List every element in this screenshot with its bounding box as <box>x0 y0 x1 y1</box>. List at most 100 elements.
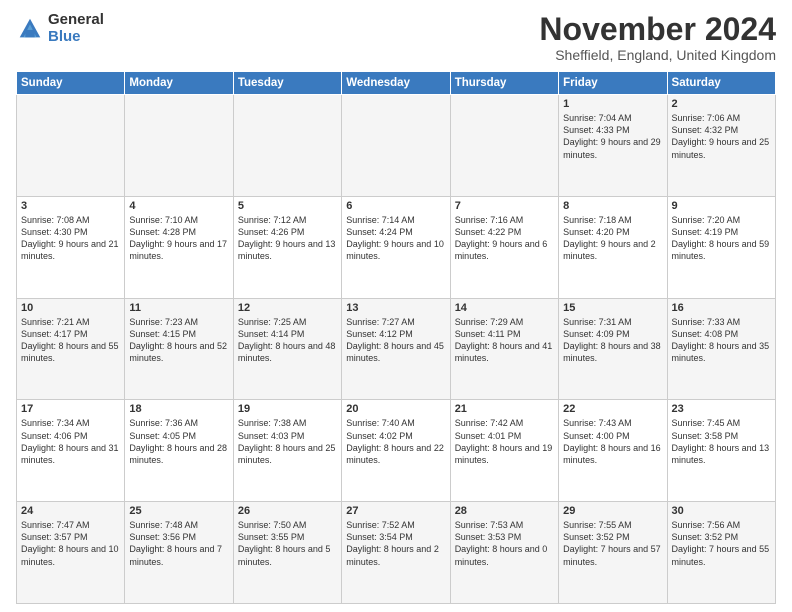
calendar-cell: 17 Sunrise: 7:34 AM Sunset: 4:06 PM Dayli… <box>17 400 125 502</box>
day-info: Sunrise: 7:25 AM Sunset: 4:14 PM Dayligh… <box>238 316 337 365</box>
day-info: Sunrise: 7:16 AM Sunset: 4:22 PM Dayligh… <box>455 214 554 263</box>
day-number: 22 <box>563 403 662 415</box>
calendar-cell: 4 Sunrise: 7:10 AM Sunset: 4:28 PM Daylig… <box>125 196 233 298</box>
calendar-cell: 28 Sunrise: 7:53 AM Sunset: 3:53 PM Dayli… <box>450 502 558 604</box>
weekday-header-tuesday: Tuesday <box>233 72 341 95</box>
day-number: 3 <box>21 200 120 212</box>
calendar-cell <box>17 95 125 197</box>
day-info: Sunrise: 7:08 AM Sunset: 4:30 PM Dayligh… <box>21 214 120 263</box>
day-info: Sunrise: 7:18 AM Sunset: 4:20 PM Dayligh… <box>563 214 662 263</box>
logo-text: General Blue <box>48 12 104 45</box>
calendar-cell: 11 Sunrise: 7:23 AM Sunset: 4:15 PM Dayli… <box>125 298 233 400</box>
day-info: Sunrise: 7:38 AM Sunset: 4:03 PM Dayligh… <box>238 417 337 466</box>
logo-icon <box>16 15 44 43</box>
day-info: Sunrise: 7:23 AM Sunset: 4:15 PM Dayligh… <box>129 316 228 365</box>
day-info: Sunrise: 7:56 AM Sunset: 3:52 PM Dayligh… <box>672 519 771 568</box>
calendar-cell: 20 Sunrise: 7:40 AM Sunset: 4:02 PM Dayli… <box>342 400 450 502</box>
calendar-body: 1 Sunrise: 7:04 AM Sunset: 4:33 PM Daylig… <box>17 95 776 604</box>
day-info: Sunrise: 7:53 AM Sunset: 3:53 PM Dayligh… <box>455 519 554 568</box>
day-info: Sunrise: 7:12 AM Sunset: 4:26 PM Dayligh… <box>238 214 337 263</box>
calendar-cell: 10Sunrise: 7:21 AM Sunset: 4:17 PM Dayli… <box>17 298 125 400</box>
calendar-cell: 5 Sunrise: 7:12 AM Sunset: 4:26 PM Daylig… <box>233 196 341 298</box>
day-number: 27 <box>346 505 445 517</box>
calendar-cell: 14 Sunrise: 7:29 AM Sunset: 4:11 PM Dayli… <box>450 298 558 400</box>
day-number: 2 <box>672 98 771 110</box>
day-info: Sunrise: 7:31 AM Sunset: 4:09 PM Dayligh… <box>563 316 662 365</box>
calendar-cell: 22 Sunrise: 7:43 AM Sunset: 4:00 PM Dayli… <box>559 400 667 502</box>
calendar-cell: 8 Sunrise: 7:18 AM Sunset: 4:20 PM Daylig… <box>559 196 667 298</box>
day-info: Sunrise: 7:42 AM Sunset: 4:01 PM Dayligh… <box>455 417 554 466</box>
calendar-week-4: 17 Sunrise: 7:34 AM Sunset: 4:06 PM Dayli… <box>17 400 776 502</box>
day-number: 30 <box>672 505 771 517</box>
day-number: 15 <box>563 302 662 314</box>
calendar-cell <box>342 95 450 197</box>
weekday-header-wednesday: Wednesday <box>342 72 450 95</box>
calendar-cell: 23Sunrise: 7:45 AM Sunset: 3:58 PM Dayli… <box>667 400 775 502</box>
day-number: 16 <box>672 302 771 314</box>
calendar-cell: 3 Sunrise: 7:08 AM Sunset: 4:30 PM Daylig… <box>17 196 125 298</box>
day-number: 7 <box>455 200 554 212</box>
day-info: Sunrise: 7:43 AM Sunset: 4:00 PM Dayligh… <box>563 417 662 466</box>
day-number: 14 <box>455 302 554 314</box>
calendar-cell: 19Sunrise: 7:38 AM Sunset: 4:03 PM Dayli… <box>233 400 341 502</box>
day-info: Sunrise: 7:34 AM Sunset: 4:06 PM Dayligh… <box>21 417 120 466</box>
calendar-week-3: 10Sunrise: 7:21 AM Sunset: 4:17 PM Dayli… <box>17 298 776 400</box>
day-info: Sunrise: 7:14 AM Sunset: 4:24 PM Dayligh… <box>346 214 445 263</box>
day-info: Sunrise: 7:45 AM Sunset: 3:58 PM Dayligh… <box>672 417 771 466</box>
day-info: Sunrise: 7:04 AM Sunset: 4:33 PM Dayligh… <box>563 112 662 161</box>
day-number: 12 <box>238 302 337 314</box>
header: General Blue November 2024 Sheffield, En… <box>16 12 776 63</box>
calendar-cell: 24 Sunrise: 7:47 AM Sunset: 3:57 PM Dayli… <box>17 502 125 604</box>
logo-blue-label: Blue <box>48 29 104 46</box>
day-number: 10 <box>21 302 120 314</box>
day-info: Sunrise: 7:50 AM Sunset: 3:55 PM Dayligh… <box>238 519 337 568</box>
day-number: 8 <box>563 200 662 212</box>
day-info: Sunrise: 7:29 AM Sunset: 4:11 PM Dayligh… <box>455 316 554 365</box>
calendar-week-1: 1 Sunrise: 7:04 AM Sunset: 4:33 PM Daylig… <box>17 95 776 197</box>
day-number: 18 <box>129 403 228 415</box>
day-info: Sunrise: 7:10 AM Sunset: 4:28 PM Dayligh… <box>129 214 228 263</box>
day-number: 26 <box>238 505 337 517</box>
day-number: 29 <box>563 505 662 517</box>
day-number: 6 <box>346 200 445 212</box>
logo-general-label: General <box>48 12 104 29</box>
day-number: 17 <box>21 403 120 415</box>
weekday-header-saturday: Saturday <box>667 72 775 95</box>
calendar-cell: 18 Sunrise: 7:36 AM Sunset: 4:05 PM Dayli… <box>125 400 233 502</box>
calendar-cell: 16Sunrise: 7:33 AM Sunset: 4:08 PM Dayli… <box>667 298 775 400</box>
calendar-cell <box>125 95 233 197</box>
day-number: 11 <box>129 302 228 314</box>
calendar-cell: 27 Sunrise: 7:52 AM Sunset: 3:54 PM Dayli… <box>342 502 450 604</box>
day-number: 4 <box>129 200 228 212</box>
day-info: Sunrise: 7:06 AM Sunset: 4:32 PM Dayligh… <box>672 112 771 161</box>
calendar-cell: 15 Sunrise: 7:31 AM Sunset: 4:09 PM Dayli… <box>559 298 667 400</box>
day-number: 20 <box>346 403 445 415</box>
day-number: 5 <box>238 200 337 212</box>
calendar-cell: 21 Sunrise: 7:42 AM Sunset: 4:01 PM Dayli… <box>450 400 558 502</box>
day-info: Sunrise: 7:36 AM Sunset: 4:05 PM Dayligh… <box>129 417 228 466</box>
calendar-cell <box>233 95 341 197</box>
calendar-cell: 13Sunrise: 7:27 AM Sunset: 4:12 PM Dayli… <box>342 298 450 400</box>
logo: General Blue <box>16 12 104 45</box>
day-info: Sunrise: 7:47 AM Sunset: 3:57 PM Dayligh… <box>21 519 120 568</box>
calendar-week-5: 24 Sunrise: 7:47 AM Sunset: 3:57 PM Dayli… <box>17 502 776 604</box>
calendar-cell: 30 Sunrise: 7:56 AM Sunset: 3:52 PM Dayli… <box>667 502 775 604</box>
day-info: Sunrise: 7:52 AM Sunset: 3:54 PM Dayligh… <box>346 519 445 568</box>
title-block: November 2024 Sheffield, England, United… <box>539 12 776 63</box>
month-title: November 2024 <box>539 12 776 47</box>
weekday-header-monday: Monday <box>125 72 233 95</box>
calendar-week-2: 3 Sunrise: 7:08 AM Sunset: 4:30 PM Daylig… <box>17 196 776 298</box>
weekday-header-sunday: Sunday <box>17 72 125 95</box>
calendar-cell: 6 Sunrise: 7:14 AM Sunset: 4:24 PM Daylig… <box>342 196 450 298</box>
day-info: Sunrise: 7:40 AM Sunset: 4:02 PM Dayligh… <box>346 417 445 466</box>
day-number: 21 <box>455 403 554 415</box>
calendar-cell: 1 Sunrise: 7:04 AM Sunset: 4:33 PM Daylig… <box>559 95 667 197</box>
day-info: Sunrise: 7:55 AM Sunset: 3:52 PM Dayligh… <box>563 519 662 568</box>
calendar-cell: 7 Sunrise: 7:16 AM Sunset: 4:22 PM Daylig… <box>450 196 558 298</box>
calendar-cell <box>450 95 558 197</box>
day-number: 28 <box>455 505 554 517</box>
weekday-header-friday: Friday <box>559 72 667 95</box>
day-number: 1 <box>563 98 662 110</box>
day-number: 24 <box>21 505 120 517</box>
day-number: 25 <box>129 505 228 517</box>
